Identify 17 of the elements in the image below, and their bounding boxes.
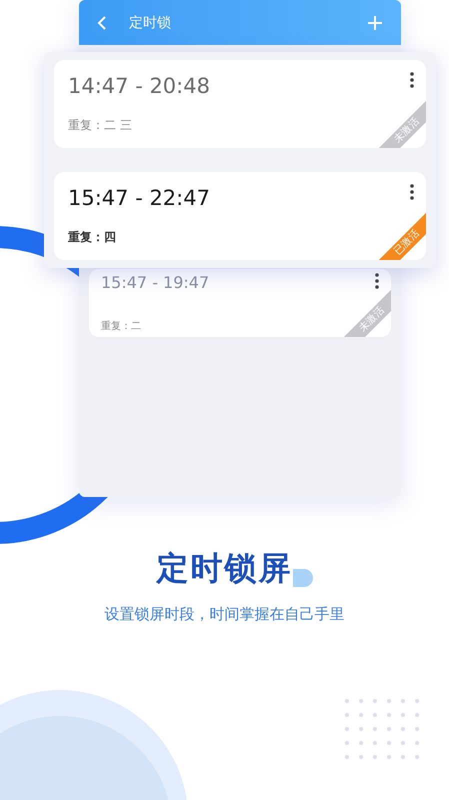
highlight-bar <box>292 569 312 587</box>
timer-card[interactable]: 15:47 - 19:47 重复：二 未激活 <box>89 269 391 337</box>
timer-card[interactable]: 15:47 - 22:47 重复：四 已激活 <box>54 172 426 260</box>
repeat-days: 重复：二 三 <box>68 117 132 134</box>
more-icon[interactable] <box>375 273 379 289</box>
time-range: 14:47 - 20:48 <box>68 74 210 98</box>
more-icon[interactable] <box>410 72 414 88</box>
subtitle: 设置锁屏时段，时间掌握在自己手里 <box>104 605 344 624</box>
screen-title: 定时锁 <box>129 14 172 32</box>
timer-card[interactable]: 14:47 - 20:48 重复：二 三 未激活 <box>54 60 426 148</box>
repeat-days: 重复：二 <box>101 319 141 333</box>
repeat-days: 重复：四 <box>68 229 116 246</box>
back-icon[interactable] <box>97 14 107 30</box>
more-icon[interactable] <box>410 184 414 200</box>
time-range: 15:47 - 22:47 <box>68 186 210 210</box>
time-range: 15:47 - 19:47 <box>101 273 210 292</box>
headline: 定时锁屏 <box>156 549 292 587</box>
